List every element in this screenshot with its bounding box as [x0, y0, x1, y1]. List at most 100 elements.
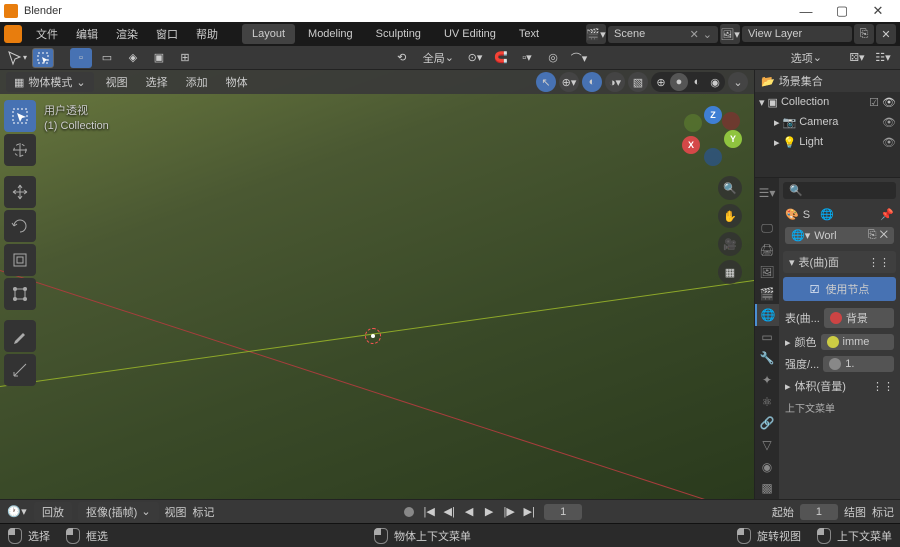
ptab-particles[interactable]: ✦: [755, 369, 779, 391]
timeline-marker2[interactable]: 标记: [872, 504, 894, 520]
outliner-row-camera[interactable]: ▸📷Camera 👁: [755, 112, 900, 132]
vp-menu-add[interactable]: 添加: [180, 72, 214, 92]
tab-modeling[interactable]: Modeling: [298, 24, 363, 44]
ptab-render[interactable]: 🖵: [755, 218, 779, 240]
outliner-row-collection[interactable]: ▾▣Collection ☑ 👁: [755, 92, 900, 112]
rotate-tool[interactable]: [4, 210, 36, 242]
tab-text[interactable]: Text: [509, 24, 549, 44]
proportional-icon[interactable]: ◎: [542, 48, 564, 68]
viewlayer-browse-icon[interactable]: 🖼▾: [720, 24, 740, 44]
eye-icon[interactable]: 👁: [882, 116, 896, 129]
timeline-marker-menu[interactable]: 标记: [193, 504, 215, 520]
xray-icon[interactable]: ▧: [628, 72, 648, 92]
timeline-editor-icon[interactable]: 🕐▾: [6, 502, 28, 522]
surface-shader-field[interactable]: 背景: [824, 308, 894, 328]
select-tool[interactable]: [4, 100, 36, 132]
ptab-world[interactable]: 🌐: [755, 304, 779, 326]
color-field[interactable]: imme: [821, 334, 894, 350]
ptab-output[interactable]: 🖨: [755, 240, 779, 262]
gizmo-neg-x[interactable]: [722, 112, 740, 130]
ptab-modifier[interactable]: 🔧: [755, 348, 779, 370]
outliner-row-light[interactable]: ▸💡Light 👁: [755, 132, 900, 152]
orientation-icon[interactable]: ⟲: [391, 48, 413, 68]
surface-panel-header[interactable]: ▾ 表(曲)面 ⋮⋮: [783, 251, 896, 273]
material-mode-icon[interactable]: ◐: [688, 73, 706, 91]
overlay-dropdown-icon[interactable]: ◑▾: [605, 72, 625, 92]
options-dropdown[interactable]: 选项 ⌄: [785, 48, 828, 68]
minimize-button[interactable]: —: [788, 4, 824, 19]
pivot-dropdown[interactable]: 全局 ⌄: [417, 48, 460, 68]
keyframe-prev-icon[interactable]: ◀|: [440, 503, 458, 521]
keyframe-next-icon[interactable]: |▶: [500, 503, 518, 521]
ptab-material[interactable]: ◉: [755, 456, 779, 478]
blender-logo-icon[interactable]: [4, 25, 22, 43]
volume-panel-header[interactable]: ▸ 体积(音量) ⋮⋮: [783, 375, 896, 397]
cursor-tool[interactable]: [4, 134, 36, 166]
remove-viewlayer-button[interactable]: ✕: [876, 24, 896, 44]
ptab-scene[interactable]: 🎬: [755, 283, 779, 305]
mode-selector[interactable]: ▦ 物体模式 ⌄: [6, 72, 94, 92]
strength-field[interactable]: 1.: [823, 356, 894, 372]
select-box-icon[interactable]: [32, 48, 54, 68]
gizmo-y[interactable]: Y: [724, 130, 742, 148]
shading-dropdown-icon[interactable]: ⌄: [728, 72, 748, 92]
timeline-view-menu[interactable]: 视图: [165, 504, 187, 520]
props-breadcrumb[interactable]: 🎨 S 🌐 📌: [783, 205, 896, 224]
maximize-button[interactable]: ▢: [824, 3, 860, 19]
pivot-point-icon[interactable]: ⊙▾: [464, 48, 486, 68]
current-frame-field[interactable]: 1: [544, 504, 582, 520]
viewlayer-selector[interactable]: View Layer: [742, 26, 852, 42]
proportional-falloff-icon[interactable]: ⌒▾: [568, 48, 590, 68]
wireframe-mode-icon[interactable]: ⊕: [652, 73, 670, 91]
zoom-icon[interactable]: 🔍: [718, 176, 742, 200]
toggle-ortho-icon[interactable]: ▦: [718, 260, 742, 284]
play-reverse-icon[interactable]: ◀: [460, 503, 478, 521]
menu-edit[interactable]: 编辑: [68, 23, 106, 45]
eye-icon[interactable]: 👁: [882, 96, 896, 109]
gizmo-neg-y[interactable]: [684, 114, 702, 132]
collection-new-icon[interactable]: ☷▾: [872, 48, 894, 68]
snap-icon[interactable]: 🧲: [490, 48, 512, 68]
scene-browse-icon[interactable]: 🎬▾: [586, 24, 606, 44]
overlay-toggle-icon[interactable]: ◐: [582, 72, 602, 92]
annotate-tool[interactable]: [4, 320, 36, 352]
new-viewlayer-button[interactable]: ⎘: [854, 24, 874, 44]
world-datablock[interactable]: 🌐▾ Worl ⎘ ✕: [785, 227, 894, 244]
ptab-editor[interactable]: ☰▾: [755, 182, 779, 204]
snap-increment-icon[interactable]: ⊞: [174, 48, 196, 68]
gizmo-x[interactable]: X: [682, 136, 700, 154]
measure-tool[interactable]: [4, 354, 36, 386]
gizmo-z[interactable]: Z: [704, 106, 722, 124]
ptab-data[interactable]: ▽: [755, 434, 779, 456]
transform-tool[interactable]: [4, 278, 36, 310]
vp-menu-select[interactable]: 选择: [140, 72, 174, 92]
use-nodes-button[interactable]: ☑ 使用节点: [783, 277, 896, 301]
play-icon[interactable]: ▶: [480, 503, 498, 521]
tab-uv[interactable]: UV Editing: [434, 24, 506, 44]
start-frame-field[interactable]: 1: [800, 504, 838, 520]
close-button[interactable]: ✕: [860, 3, 896, 19]
ptab-physics[interactable]: ⚛: [755, 391, 779, 413]
vp-menu-view[interactable]: 视图: [100, 72, 134, 92]
props-search[interactable]: 🔍: [783, 182, 896, 199]
gizmo-toggle-icon[interactable]: ⊕▾: [559, 72, 579, 92]
navigation-gizmo[interactable]: Z X Y: [682, 106, 742, 166]
move-tool[interactable]: [4, 176, 36, 208]
solid-mode-icon[interactable]: ●: [670, 73, 688, 91]
tab-layout[interactable]: Layout: [242, 24, 295, 44]
snap-edge-icon[interactable]: ▭: [96, 48, 118, 68]
menu-help[interactable]: 帮助: [188, 23, 226, 45]
rendered-mode-icon[interactable]: ◉: [706, 73, 724, 91]
ptab-texture[interactable]: ▩: [755, 477, 779, 499]
scene-selector[interactable]: Scene ✕⌄: [608, 26, 718, 43]
playback-menu[interactable]: 回放: [34, 502, 72, 522]
filter-icon[interactable]: ⚄▾: [846, 48, 868, 68]
menu-file[interactable]: 文件: [28, 23, 66, 45]
menu-window[interactable]: 窗口: [148, 23, 186, 45]
gizmo-neg-z[interactable]: [704, 148, 722, 166]
jump-start-icon[interactable]: |◀: [420, 503, 438, 521]
autokey-icon[interactable]: [404, 507, 414, 517]
vp-menu-object[interactable]: 物体: [220, 72, 254, 92]
collection-checkbox[interactable]: ☑: [869, 96, 879, 109]
eye-icon[interactable]: 👁: [882, 136, 896, 149]
